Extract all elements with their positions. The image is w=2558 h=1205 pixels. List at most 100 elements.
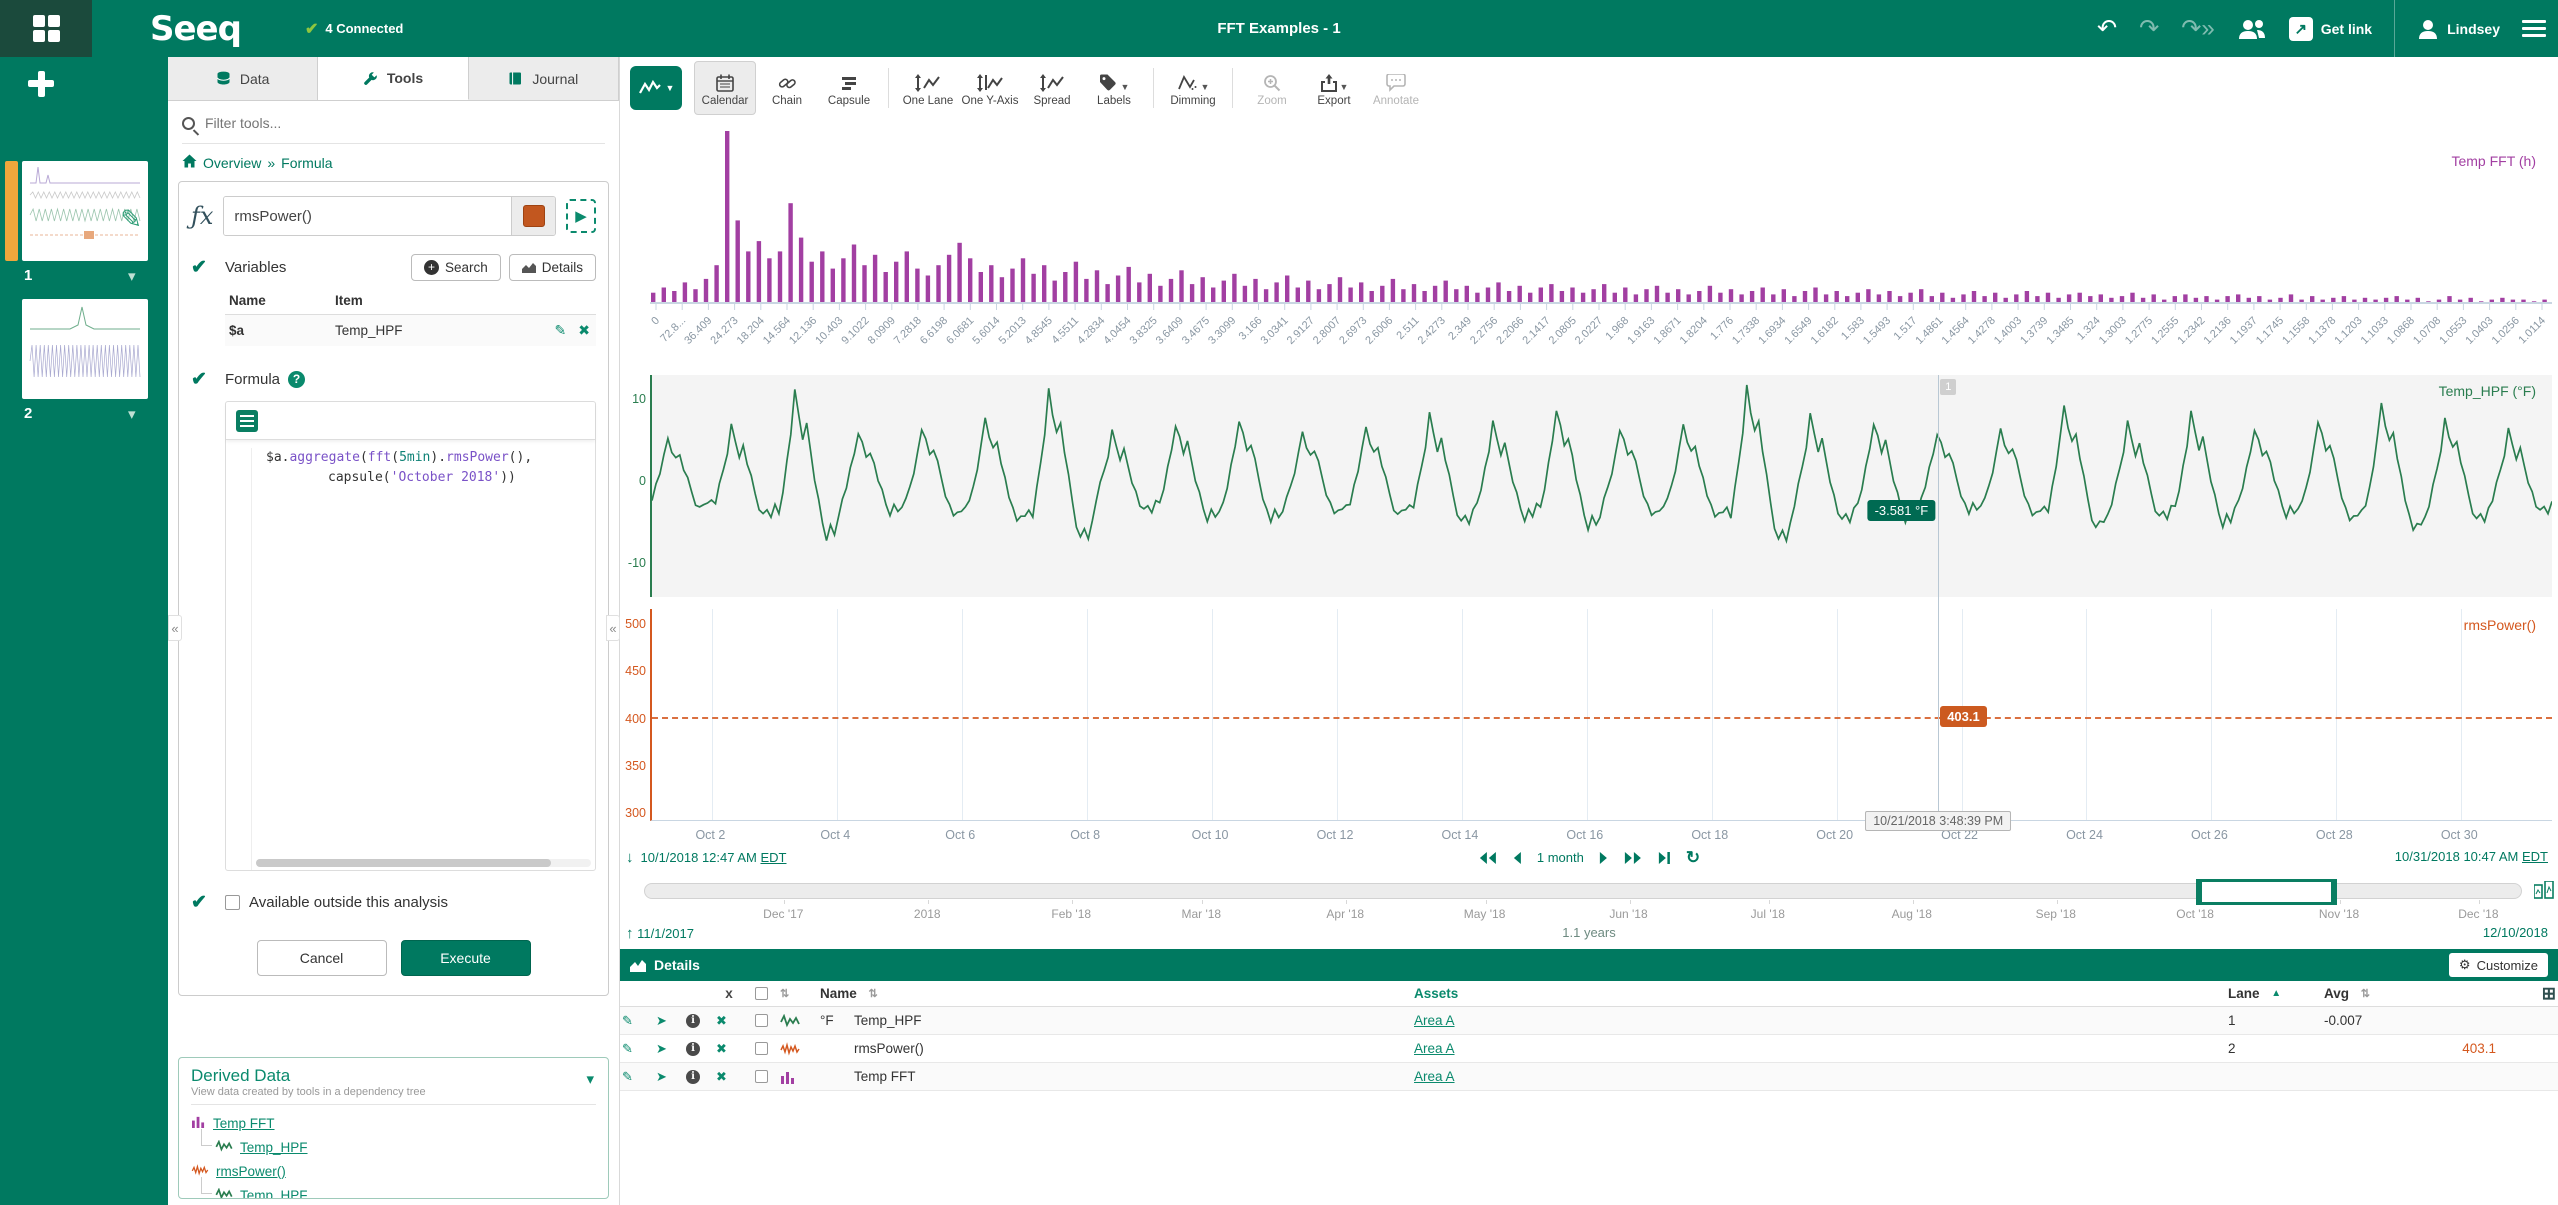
app-grid-menu-button[interactable]	[0, 0, 92, 57]
toolbar-calendar-button[interactable]: Calendar	[694, 61, 756, 115]
asset-link[interactable]: Area A	[1414, 1069, 1455, 1084]
temp-hpf-chart[interactable]: Temp_HPF (°F)	[650, 375, 2553, 597]
sort-name-icon[interactable]: ⇅	[869, 987, 878, 1000]
edit-item-icon[interactable]: ✎	[622, 1013, 633, 1029]
avg-column-header[interactable]: Avg ⇅	[2322, 986, 2388, 1001]
add-column-icon[interactable]: ⊞	[2542, 984, 2556, 1004]
get-link-button[interactable]: ↗ Get link	[2288, 16, 2372, 41]
step-forward-icon[interactable]	[1598, 851, 1609, 865]
add-worksheet-button[interactable]	[26, 69, 56, 99]
remove-item-icon[interactable]: ✖	[716, 1013, 727, 1029]
formula-name-input[interactable]	[224, 197, 511, 235]
redo-icon[interactable]: ↷	[2139, 16, 2159, 41]
timebar-end-date[interactable]: 12/10/2018	[2483, 925, 2548, 940]
send-item-icon[interactable]: ➤	[656, 1013, 667, 1029]
timebar-track[interactable]	[644, 879, 2522, 905]
toolbar-chain-button[interactable]: Chain	[756, 61, 818, 115]
item-name[interactable]: Temp FFT	[852, 1069, 1412, 1084]
details-row-temp-fft[interactable]: ✎ ➤ i ✖ Temp FFT Area A	[620, 1063, 2558, 1091]
sort-avg-icon[interactable]: ⇅	[2361, 987, 2370, 1000]
item-name[interactable]: Temp_HPF	[852, 1013, 1412, 1028]
edit-item-icon[interactable]: ✎	[622, 1041, 633, 1057]
range-end-date[interactable]: 10/31/2018 10:47 AM	[2395, 849, 2519, 864]
step-backward-icon[interactable]	[1512, 851, 1523, 865]
derived-item[interactable]: Temp_HPF	[191, 1177, 596, 1198]
info-icon[interactable]: i	[686, 1069, 700, 1084]
hamburger-menu-icon[interactable]	[2522, 16, 2546, 41]
available-outside-checkbox[interactable]	[225, 895, 240, 910]
variables-details-button[interactable]: Details	[508, 254, 596, 281]
color-swatch-button[interactable]	[511, 197, 555, 235]
range-start-date[interactable]: 10/1/2018 12:47 AM	[641, 850, 757, 865]
connection-status[interactable]: ✔ 4 Connected	[305, 19, 403, 39]
worksheet-thumbnail-2[interactable]	[22, 299, 148, 399]
breadcrumb-overview-link[interactable]: Overview	[203, 155, 261, 171]
tab-data[interactable]: Data	[168, 57, 319, 100]
toolbar-one-yaxis-button[interactable]: One Y-Axis	[959, 61, 1021, 115]
undock-icon[interactable]: ▶	[566, 199, 596, 233]
send-item-icon[interactable]: ➤	[656, 1069, 667, 1085]
send-item-icon[interactable]: ➤	[656, 1041, 667, 1057]
formula-code[interactable]: $a.aggregate(fft(5min).rmsPower(), capsul…	[252, 448, 532, 870]
toolbar-one-lane-button[interactable]: One Lane	[897, 61, 959, 115]
sort-icon[interactable]: ⇅	[780, 987, 789, 1000]
row-checkbox[interactable]	[754, 1070, 768, 1083]
formula-editor[interactable]: $a.aggregate(fft(5min).rmsPower(), capsul…	[225, 401, 596, 871]
details-row-rmspower[interactable]: ✎ ➤ i ✖ rmsPower() Area A 2 403.1	[620, 1035, 2558, 1063]
toolbar-labels-button[interactable]: ▼ Labels	[1083, 61, 1145, 115]
assets-column-header[interactable]: Assets	[1412, 986, 2226, 1001]
tab-tools[interactable]: Tools	[318, 57, 469, 100]
user-menu-button[interactable]: Lindsey	[2417, 18, 2500, 40]
toolbar-dimming-button[interactable]: ▼ Dimming	[1162, 61, 1224, 115]
remove-variable-icon[interactable]: ✖	[578, 322, 590, 339]
toolbar-export-button[interactable]: ▼ Export	[1303, 61, 1365, 115]
remove-item-icon[interactable]: ✖	[716, 1069, 727, 1085]
row-checkbox[interactable]	[754, 1014, 768, 1027]
item-name[interactable]: rmsPower()	[852, 1041, 1412, 1056]
tab-journal[interactable]: Journal	[468, 57, 619, 100]
range-start-timezone[interactable]: EDT	[761, 850, 787, 865]
step-to-end-icon[interactable]	[1657, 851, 1672, 865]
derived-item[interactable]: Temp FFT	[191, 1111, 596, 1135]
info-icon[interactable]: i	[686, 1041, 700, 1056]
asset-link[interactable]: Area A	[1414, 1041, 1455, 1056]
step-duration-label[interactable]: 1 month	[1537, 850, 1584, 865]
fast-backward-icon[interactable]	[1478, 851, 1498, 865]
remove-all-column-header[interactable]: x	[714, 986, 744, 1001]
fft-chart[interactable]: Temp FFT (h) 0 72.8... 36.409 24.273 18.204 1…	[649, 123, 2552, 375]
formula-lines-icon[interactable]	[236, 409, 258, 432]
collapse-sidebar-handle[interactable]: «	[168, 615, 182, 641]
customize-button[interactable]: ⚙ Customize	[2448, 953, 2548, 977]
lane-column-header[interactable]: Lane ▲	[2226, 986, 2322, 1001]
worksheet-thumbnail-1[interactable]: ✎	[22, 161, 148, 261]
collapse-tools-handle[interactable]: «	[606, 615, 620, 641]
execute-button[interactable]: Execute	[400, 940, 531, 976]
timebar-selection[interactable]	[2196, 879, 2338, 905]
editor-hscrollbar[interactable]	[256, 859, 591, 867]
view-mode-button[interactable]: ▼	[630, 66, 682, 110]
refresh-icon[interactable]: ↻	[1686, 849, 1700, 866]
fft-series-label[interactable]: Temp FFT (h)	[2451, 153, 2536, 169]
help-icon[interactable]: ?	[288, 371, 306, 388]
fast-forward-icon[interactable]	[1623, 851, 1643, 865]
select-all-checkbox[interactable]	[754, 987, 768, 1000]
toolbar-spread-button[interactable]: Spread	[1021, 61, 1083, 115]
details-row-temp-hpf[interactable]: ✎ ➤ i ✖ °F Temp_HPF Area A 1 -0.007	[620, 1007, 2558, 1035]
variables-search-button[interactable]: + Search	[410, 254, 501, 281]
worksheet-1-menu-chevron[interactable]: ▾	[128, 267, 136, 285]
rms-power-chart[interactable]: rmsPower()	[650, 609, 2552, 821]
range-end-timezone[interactable]: EDT	[2522, 849, 2548, 864]
derived-collapse-chevron[interactable]: ▾	[586, 1070, 594, 1088]
asset-link[interactable]: Area A	[1414, 1013, 1455, 1028]
temp-series-label[interactable]: Temp_HPF (°F)	[2439, 383, 2536, 399]
cancel-button[interactable]: Cancel	[256, 940, 387, 976]
derived-item[interactable]: rmsPower()	[191, 1159, 596, 1183]
row-checkbox[interactable]	[754, 1042, 768, 1055]
rms-series-label[interactable]: rmsPower()	[2464, 617, 2536, 633]
remove-item-icon[interactable]: ✖	[716, 1041, 727, 1057]
worksheet-2-menu-chevron[interactable]: ▾	[128, 405, 136, 423]
edit-worksheet-icon[interactable]: ✎	[120, 204, 142, 235]
range-start-arrow-icon[interactable]: ↓	[626, 849, 634, 866]
edit-variable-icon[interactable]: ✎	[555, 322, 567, 339]
toolbar-capsule-button[interactable]: Capsule	[818, 61, 880, 115]
